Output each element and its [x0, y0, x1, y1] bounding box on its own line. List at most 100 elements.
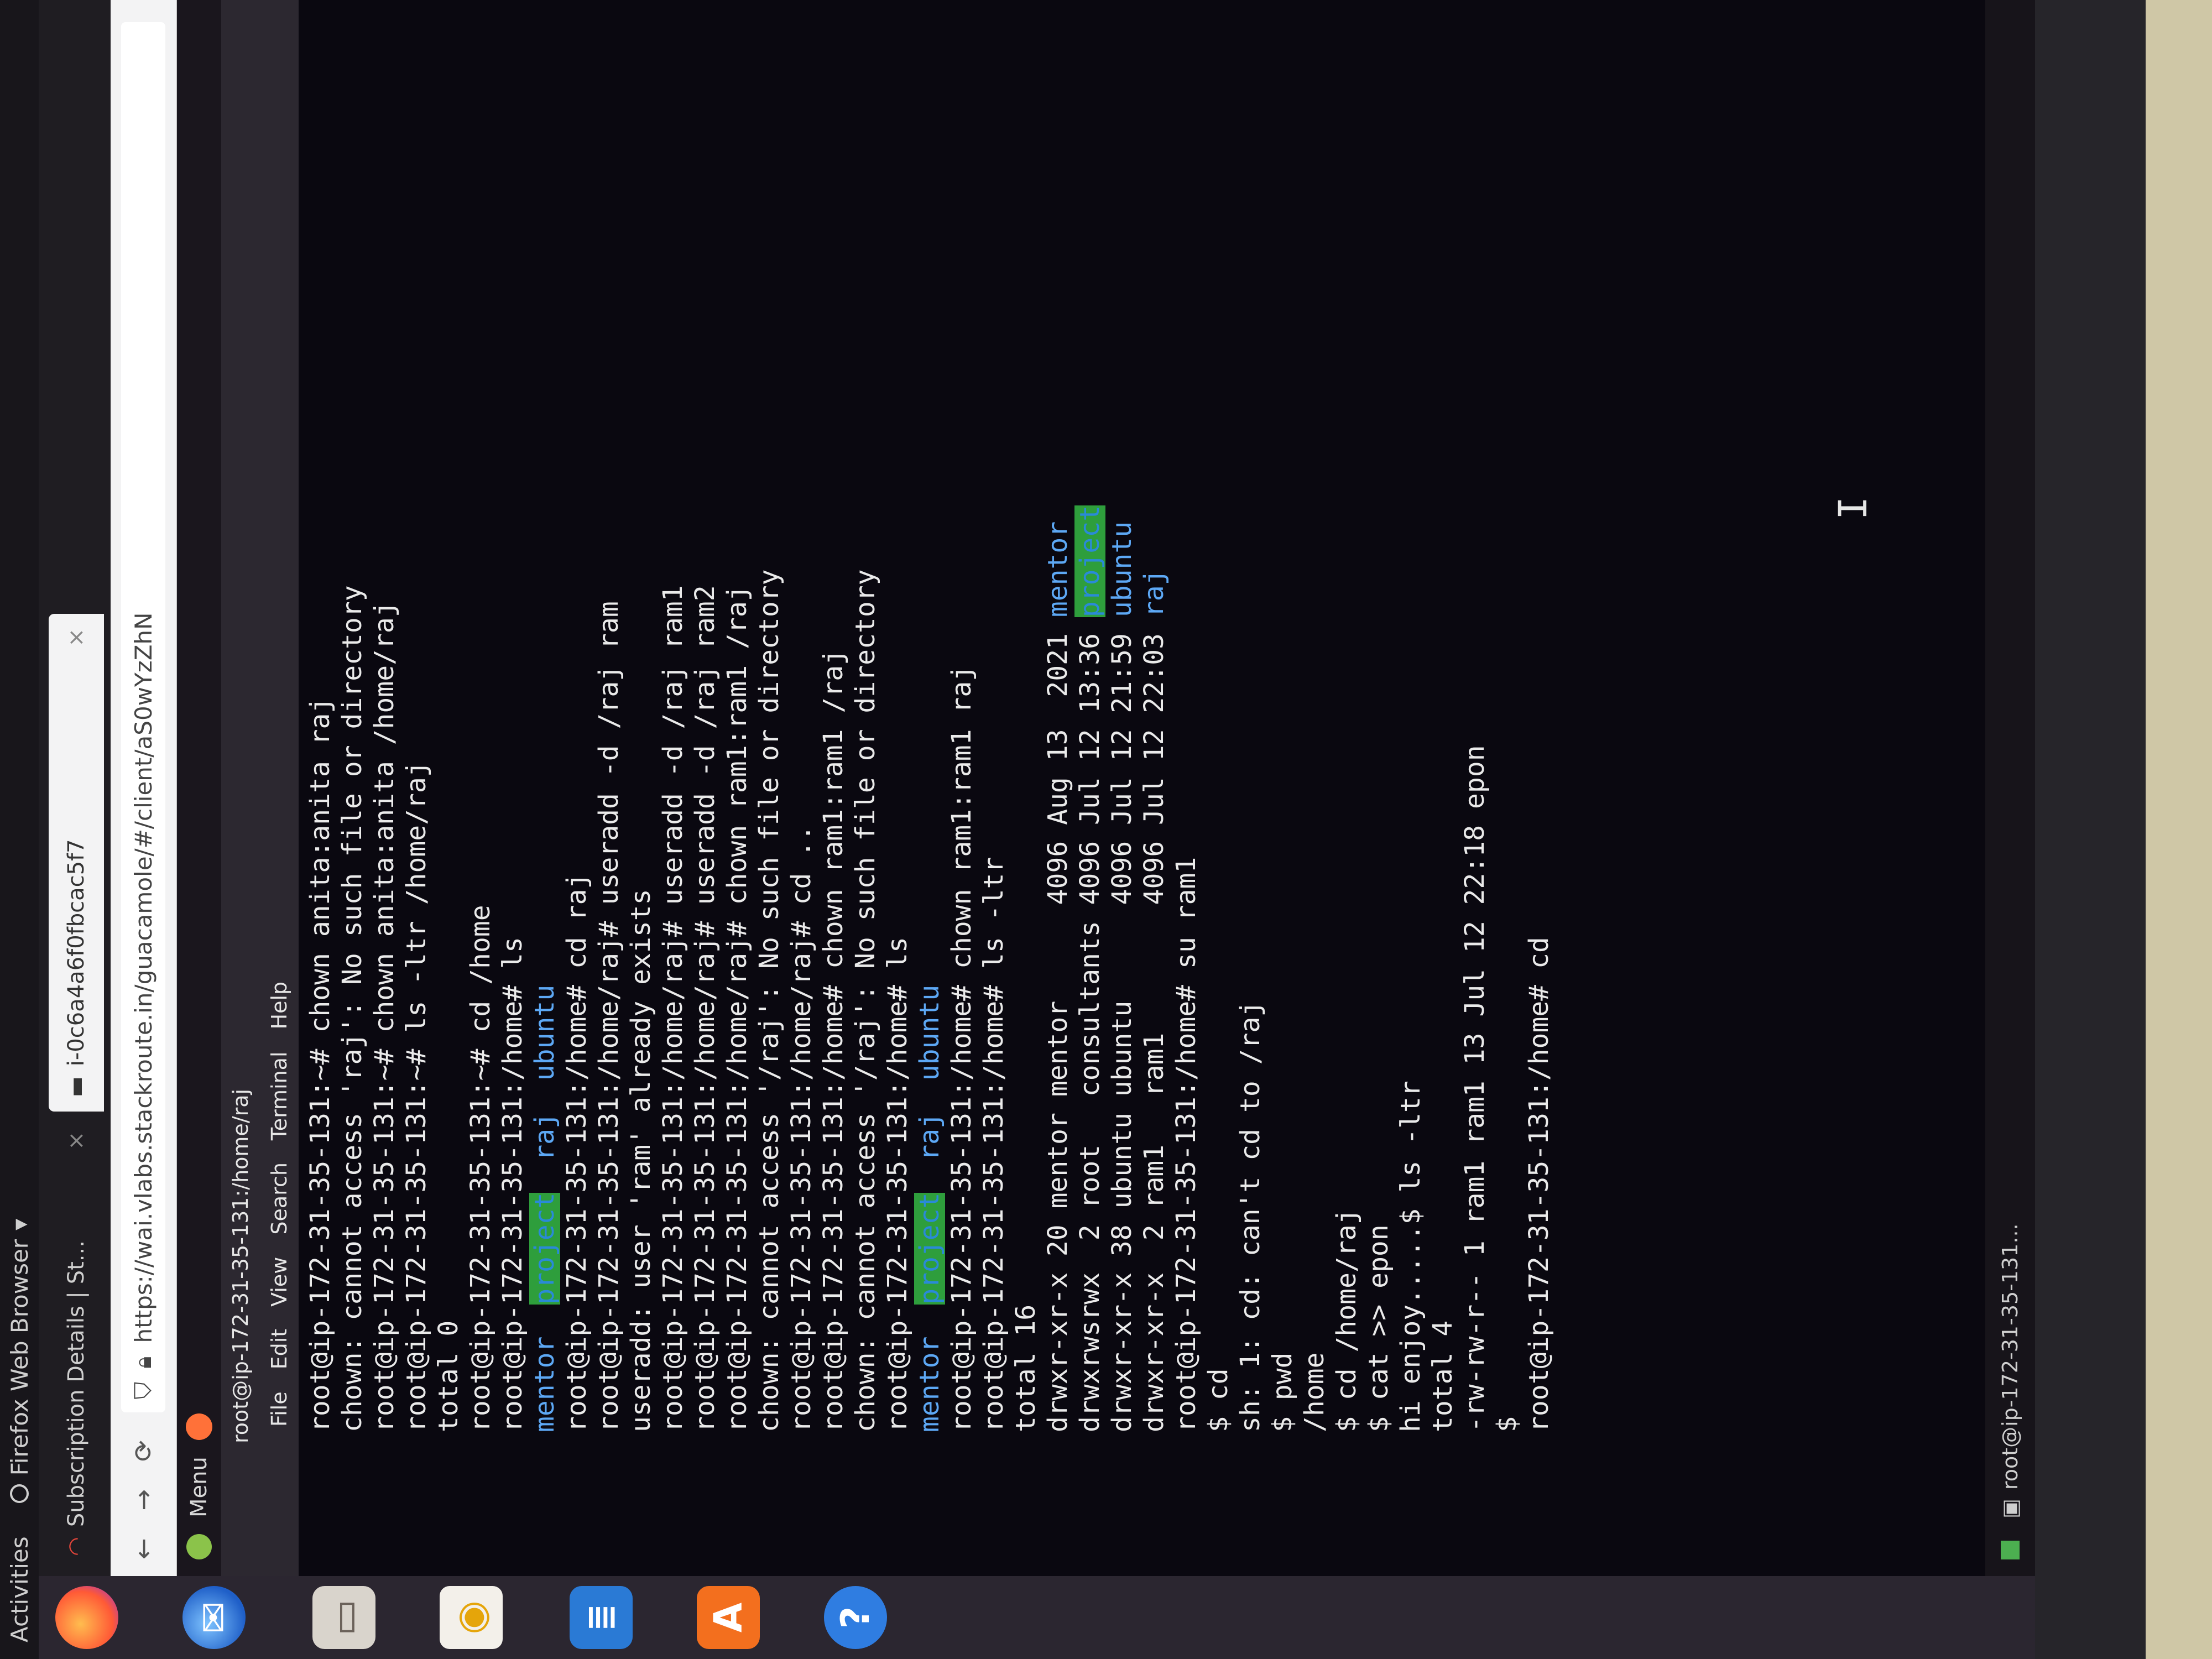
terminal-line: chown: cannot access '/raj': No such fil…	[849, 0, 881, 1432]
terminal-text: root@ip-172-31-35-131:/home/raj# useradd…	[593, 601, 624, 1432]
terminal-line: total 4	[1427, 0, 1459, 1432]
terminal-dir-name: raj	[1139, 569, 1170, 618]
menu-edit[interactable]: Edit	[267, 1329, 291, 1370]
terminal-favicon-icon: ▬	[64, 1076, 89, 1097]
rhythmbox-icon[interactable]: ◉	[440, 1586, 503, 1649]
tab-guacamole[interactable]: ▬ i-0c6a4a6f0fbcac5f7 ×	[49, 614, 104, 1112]
terminal-line: root@ip-172-31-35-131:/home# cd raj	[561, 0, 593, 1432]
terminal-text: root@ip-172-31-35-131:~# cd /home	[465, 905, 496, 1432]
terminal-title: root@ip-172-31-35-131:/home/raj	[228, 1088, 253, 1443]
terminal-dir-name: project	[1074, 505, 1105, 618]
firefox-icon[interactable]	[55, 1586, 118, 1649]
terminal-dir-name: mentor	[1042, 521, 1073, 618]
terminal-dir-name: mentor	[529, 1336, 560, 1432]
terminal-dir-name: ubuntu	[914, 984, 945, 1081]
terminal-text: root@ip-172-31-35-131:/home# su ram1	[1171, 857, 1202, 1432]
reload-icon[interactable]: ⟳	[128, 1440, 158, 1462]
firefox-loading-icon	[10, 1484, 29, 1504]
activities-button[interactable]: Activities	[6, 1536, 33, 1642]
menu-view[interactable]: View	[267, 1257, 291, 1307]
terminal-line: total 16	[1010, 0, 1042, 1432]
terminal-line: hi enjoy.....$ ls -ltr	[1395, 0, 1427, 1432]
menu-help[interactable]: Help	[267, 982, 291, 1030]
terminal-line: root@ip-172-31-35-131:/home/raj# useradd…	[593, 0, 625, 1432]
tab-subscription[interactable]: ◠ Subscription Details | St... ×	[49, 1117, 104, 1571]
close-icon[interactable]: ×	[64, 1131, 89, 1150]
tab-favicon-icon: ◠	[64, 1537, 89, 1556]
terminal-text: root@ip-172-31-35-131:/home# ls	[497, 937, 528, 1432]
taskbar-terminal-button[interactable]: ▣ root@ip-172-31-35-131...	[1998, 1212, 2022, 1530]
menu-search[interactable]: Search	[267, 1162, 291, 1235]
terminal-text: root@ip-172-31-35-131:/home# cd	[1524, 937, 1554, 1432]
terminal-line: root@ip-172-31-35-131:~# chown anita:ani…	[368, 0, 400, 1432]
terminal-text: root@ip-172-31-35-131:/home# chown ram1:…	[946, 665, 977, 1432]
terminal-line: root@ip-172-31-35-131:/home# su ram1	[1170, 0, 1202, 1432]
terminal-line: root@ip-172-31-35-131:/home# chown ram1:…	[946, 0, 978, 1432]
terminal-dir-name: project	[529, 1192, 560, 1305]
terminal-text: useradd: user 'ram' already exists	[625, 889, 656, 1432]
lock-icon[interactable]: 🔒︎	[129, 1356, 157, 1368]
show-desktop-icon[interactable]	[2001, 1541, 2020, 1559]
terminal-text: drwxr-xr-x 20 mentor mentor 4096 Aug 13 …	[1042, 617, 1073, 1432]
back-icon[interactable]: ←	[128, 1538, 158, 1559]
chevron-down-icon: ▾	[6, 1218, 33, 1230]
rotated-screen: Activities Firefox Web Browser ▾ ✉ ▭ ◉ ≣…	[0, 0, 2212, 1659]
terminal-line: root@ip-172-31-35-131:/home/raj# cd ..	[785, 0, 817, 1432]
terminal-line: drwxr-xr-x 2 ram1 ram1 4096 Jul 12 22:03…	[1138, 0, 1170, 1432]
terminal-text: chown: cannot access 'raj': No such file…	[337, 585, 368, 1432]
terminal-text: root@ip-172-31-35-131:~# chown anita:ani…	[305, 697, 336, 1432]
terminal-text: chown: cannot access '/raj': No such fil…	[754, 569, 785, 1432]
terminal-dir-name: project	[914, 1192, 945, 1305]
terminal-output[interactable]: root@ip-172-31-35-131:~# chown anita:ani…	[299, 0, 1985, 1576]
remote-desktop-panel: Menu	[177, 0, 221, 1576]
terminal-line: mentor project raj ubuntu	[529, 0, 561, 1432]
gnome-top-bar: Activities Firefox Web Browser ▾	[0, 0, 39, 1659]
terminal-line: root@ip-172-31-35-131:/home# ls	[881, 0, 914, 1432]
shield-icon[interactable]: ⛉	[129, 1382, 157, 1400]
terminal-line: root@ip-172-31-35-131:/home/raj# useradd…	[689, 0, 721, 1432]
terminal-line: sh: 1: cd: can't cd to /raj	[1234, 0, 1266, 1432]
terminal-dir-name: ubuntu	[529, 984, 560, 1081]
terminal-line: root@ip-172-31-35-131:/home# ls -ltr	[978, 0, 1010, 1432]
terminal-text: root@ip-172-31-35-131:/home# chown ram1:…	[818, 649, 849, 1432]
dock: ✉ ▭ ◉ ≣ A ? ⋮⋮⋮	[39, 1564, 2212, 1659]
terminal-dir-name: mentor	[914, 1336, 945, 1432]
text-cursor-icon: I	[1830, 496, 1876, 520]
terminal-line: root@ip-172-31-35-131:~# ls -ltr /home/r…	[400, 0, 432, 1432]
terminal-dir-name: ubuntu	[1107, 521, 1138, 618]
terminal-text: root@ip-172-31-35-131:/home/raj# useradd…	[690, 585, 721, 1432]
software-icon[interactable]: A	[697, 1586, 760, 1649]
mint-menu-icon[interactable]	[186, 1534, 212, 1559]
terminal-line: drwxr-xr-x 38 ubuntu ubuntu 4096 Jul 12 …	[1106, 0, 1138, 1432]
menu-terminal[interactable]: Terminal	[267, 1051, 291, 1140]
terminal-line: mentor project raj ubuntu	[914, 0, 946, 1432]
url-text: https://wai.vlabs.stackroute.in/guacamol…	[129, 612, 157, 1343]
menu-file[interactable]: File	[267, 1391, 291, 1427]
terminal-text: /home	[1299, 1352, 1330, 1433]
terminal-line: root@ip-172-31-35-131:/home# ls	[497, 0, 529, 1432]
firefox-launcher-icon[interactable]	[186, 1413, 212, 1441]
help-icon[interactable]: ?	[824, 1586, 887, 1649]
terminal-text: $ cat >> epon	[1363, 1224, 1394, 1432]
tab-label: Subscription Details | St...	[64, 1240, 89, 1527]
forward-icon[interactable]: →	[128, 1489, 158, 1511]
tab-label: i-0c6a4a6f0fbcac5f7	[64, 839, 89, 1067]
terminal-text: drwxrwsrwx 2 root consultants 4096 Jul 1…	[1074, 617, 1105, 1432]
terminal-line: $ pwd	[1266, 0, 1298, 1433]
thunderbird-icon[interactable]: ✉	[182, 1586, 246, 1649]
terminal-line: root@ip-172-31-35-131:~# chown anita:ani…	[304, 0, 336, 1432]
terminal-title-bar: root@ip-172-31-35-131:/home/raj	[221, 0, 260, 1576]
terminal-line: $	[1491, 0, 1523, 1432]
terminal-line: $ cat >> epon	[1363, 0, 1395, 1432]
taskbar-task-label: root@ip-172-31-35-131...	[1998, 1223, 2022, 1490]
files-icon[interactable]: ▭	[312, 1586, 375, 1649]
close-icon[interactable]: ×	[64, 628, 89, 647]
app-menu[interactable]: Firefox Web Browser ▾	[6, 1219, 33, 1504]
terminal-text: drwxr-xr-x 38 ubuntu ubuntu 4096 Jul 12 …	[1107, 617, 1138, 1432]
menu-label[interactable]: Menu	[186, 1457, 212, 1517]
url-bar[interactable]: ⛉ 🔒︎ https://wai.vlabs.stackroute.in/gua…	[121, 22, 165, 1413]
writer-icon[interactable]: ≣	[570, 1586, 633, 1649]
